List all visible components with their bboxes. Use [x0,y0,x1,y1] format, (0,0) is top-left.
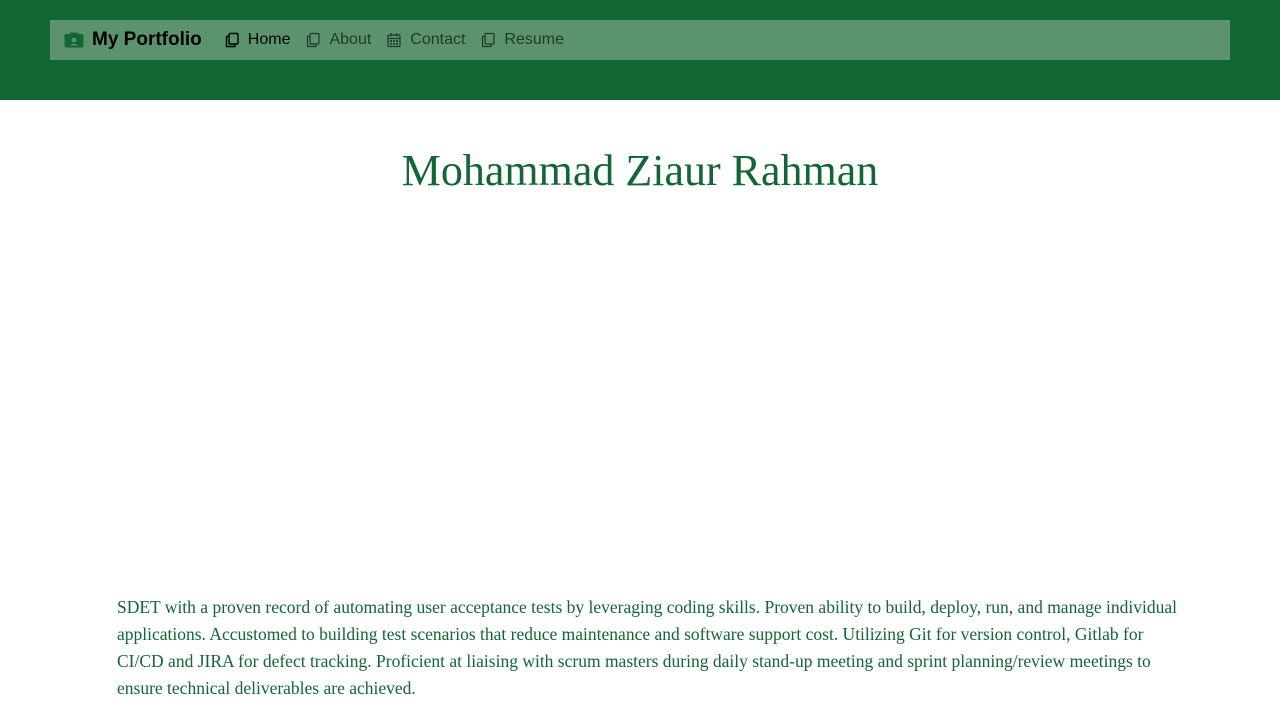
copy-icon [305,32,321,48]
copy-icon [224,32,240,48]
copy-icon [480,32,496,48]
nav-item-resume[interactable]: Resume [480,31,564,49]
nav-label-resume: Resume [504,31,564,48]
profile-summary: SDET with a proven record of automating … [117,597,1177,698]
nav-item-about[interactable]: About [305,31,371,49]
person-card-icon [64,32,84,48]
nav-label-home: Home [247,31,291,48]
nav-label-contact: Contact [410,31,466,48]
brand-link[interactable]: My Portfolio [64,29,202,51]
nav-label-about: About [329,31,372,48]
nav-item-contact[interactable]: Contact [386,31,465,49]
navbar: My Portfolio Home About Contact Resume [50,20,1230,60]
top-banner: My Portfolio Home About Contact Resume [0,0,1280,100]
page-title: Mohammad Ziaur Rahman [401,146,879,195]
calendar-icon [386,32,402,48]
brand-title: My Portfolio [92,29,202,50]
nav-item-home[interactable]: Home [224,31,291,49]
